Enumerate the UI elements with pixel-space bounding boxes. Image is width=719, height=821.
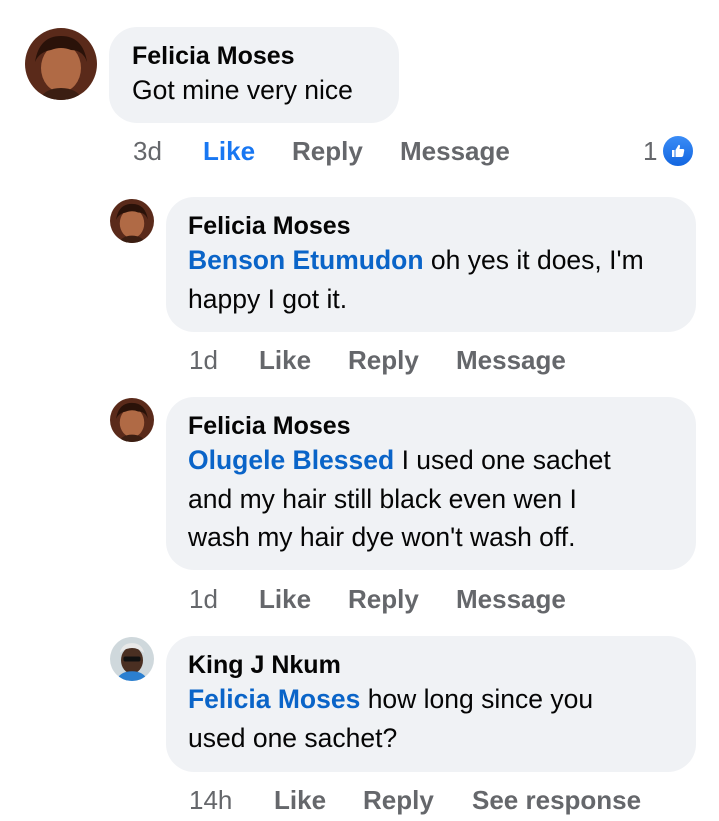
reply-button[interactable]: Reply: [292, 136, 363, 166]
comment-text-line: and my hair still black even wen I: [188, 483, 577, 514]
comment-author[interactable]: Felicia Moses: [188, 211, 696, 241]
message-button[interactable]: Message: [456, 584, 566, 614]
comment-bubble: King J Nkum Felicia Moses how long since…: [166, 636, 696, 772]
comment-text-line: happy I got it.: [188, 283, 348, 314]
comment-text: Felicia Moses how long since you: [188, 680, 696, 719]
mention-link[interactable]: Felicia Moses: [188, 684, 360, 714]
comment-text-line: wash my hair dye won't wash off.: [188, 522, 576, 552]
comment-bubble: Felicia Moses Benson Etumudon oh yes it …: [166, 197, 696, 332]
avatar-photo: [25, 28, 97, 100]
avatar[interactable]: [110, 199, 154, 243]
message-button[interactable]: Message: [400, 136, 510, 166]
comment-text-line: how long since you: [360, 684, 594, 714]
reaction-summary[interactable]: 1: [643, 134, 696, 168]
like-button[interactable]: Like: [203, 136, 255, 166]
like-button[interactable]: Like: [274, 785, 326, 815]
comment-time[interactable]: 1d: [189, 345, 218, 375]
reply-button[interactable]: Reply: [348, 345, 419, 375]
comment-text: Got mine very nice: [132, 75, 353, 105]
like-button[interactable]: Like: [259, 584, 311, 614]
avatar-photo: [110, 398, 154, 442]
like-thumb-icon: [661, 134, 696, 168]
avatar-photo: [110, 637, 154, 681]
comment-time[interactable]: 3d: [133, 136, 162, 166]
comment-text-line: oh yes it does, I'm: [423, 245, 644, 275]
mention-link[interactable]: Olugele Blessed: [188, 445, 394, 475]
comment-text: Olugele Blessed I used one sachet: [188, 441, 696, 480]
mention-link[interactable]: Benson Etumudon: [188, 245, 424, 275]
comment-time[interactable]: 14h: [189, 785, 232, 815]
avatar[interactable]: [25, 28, 97, 100]
see-response-button[interactable]: See response: [472, 785, 641, 815]
like-button[interactable]: Like: [259, 345, 311, 375]
comment-text-line: I used one sachet: [394, 445, 611, 475]
comment-text-line: used one sachet?: [188, 722, 398, 753]
comment-text: Benson Etumudon oh yes it does, I'm: [188, 241, 696, 280]
comment-bubble: Felicia Moses Olugele Blessed I used one…: [166, 397, 696, 570]
comment-time[interactable]: 1d: [189, 584, 218, 614]
avatar[interactable]: [110, 398, 154, 442]
reply-button[interactable]: Reply: [363, 785, 434, 815]
comment-bubble: Felicia Moses Got mine very nice: [109, 27, 399, 123]
reaction-count: 1: [643, 135, 658, 166]
comment-author[interactable]: Felicia Moses: [132, 41, 399, 71]
comment-author[interactable]: Felicia Moses: [188, 411, 696, 441]
reply-button[interactable]: Reply: [348, 584, 419, 614]
message-button[interactable]: Message: [456, 345, 566, 375]
avatar[interactable]: [110, 637, 154, 681]
avatar-photo: [110, 199, 154, 243]
comment-author[interactable]: King J Nkum: [188, 650, 696, 680]
